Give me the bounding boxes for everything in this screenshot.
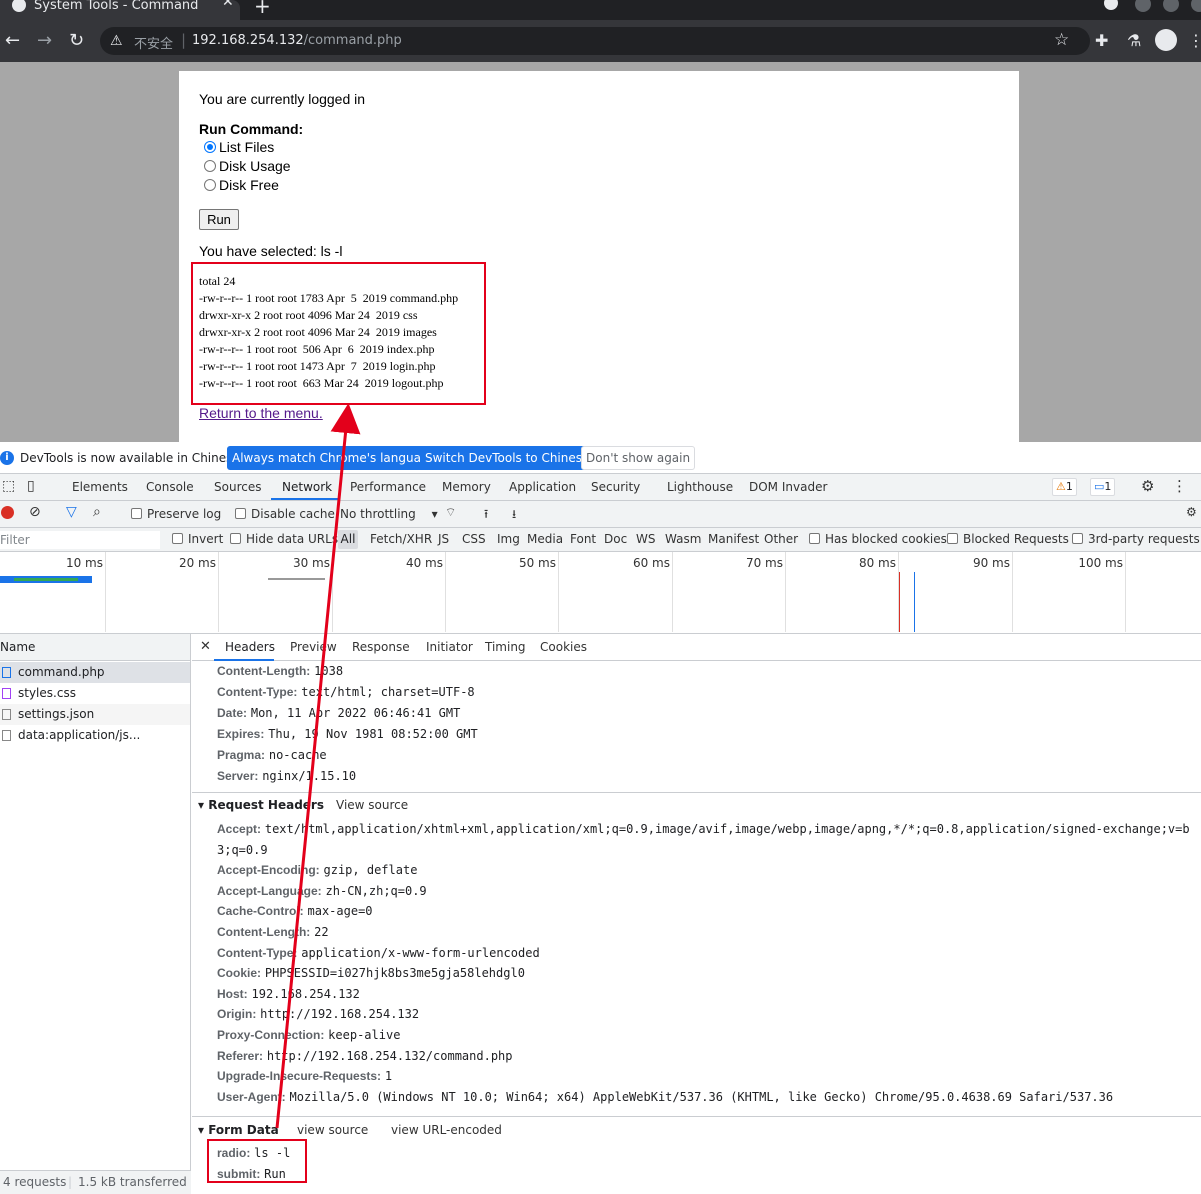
annotation-arrow-line <box>275 403 361 1129</box>
annotation-arrow <box>275 403 361 1129</box>
